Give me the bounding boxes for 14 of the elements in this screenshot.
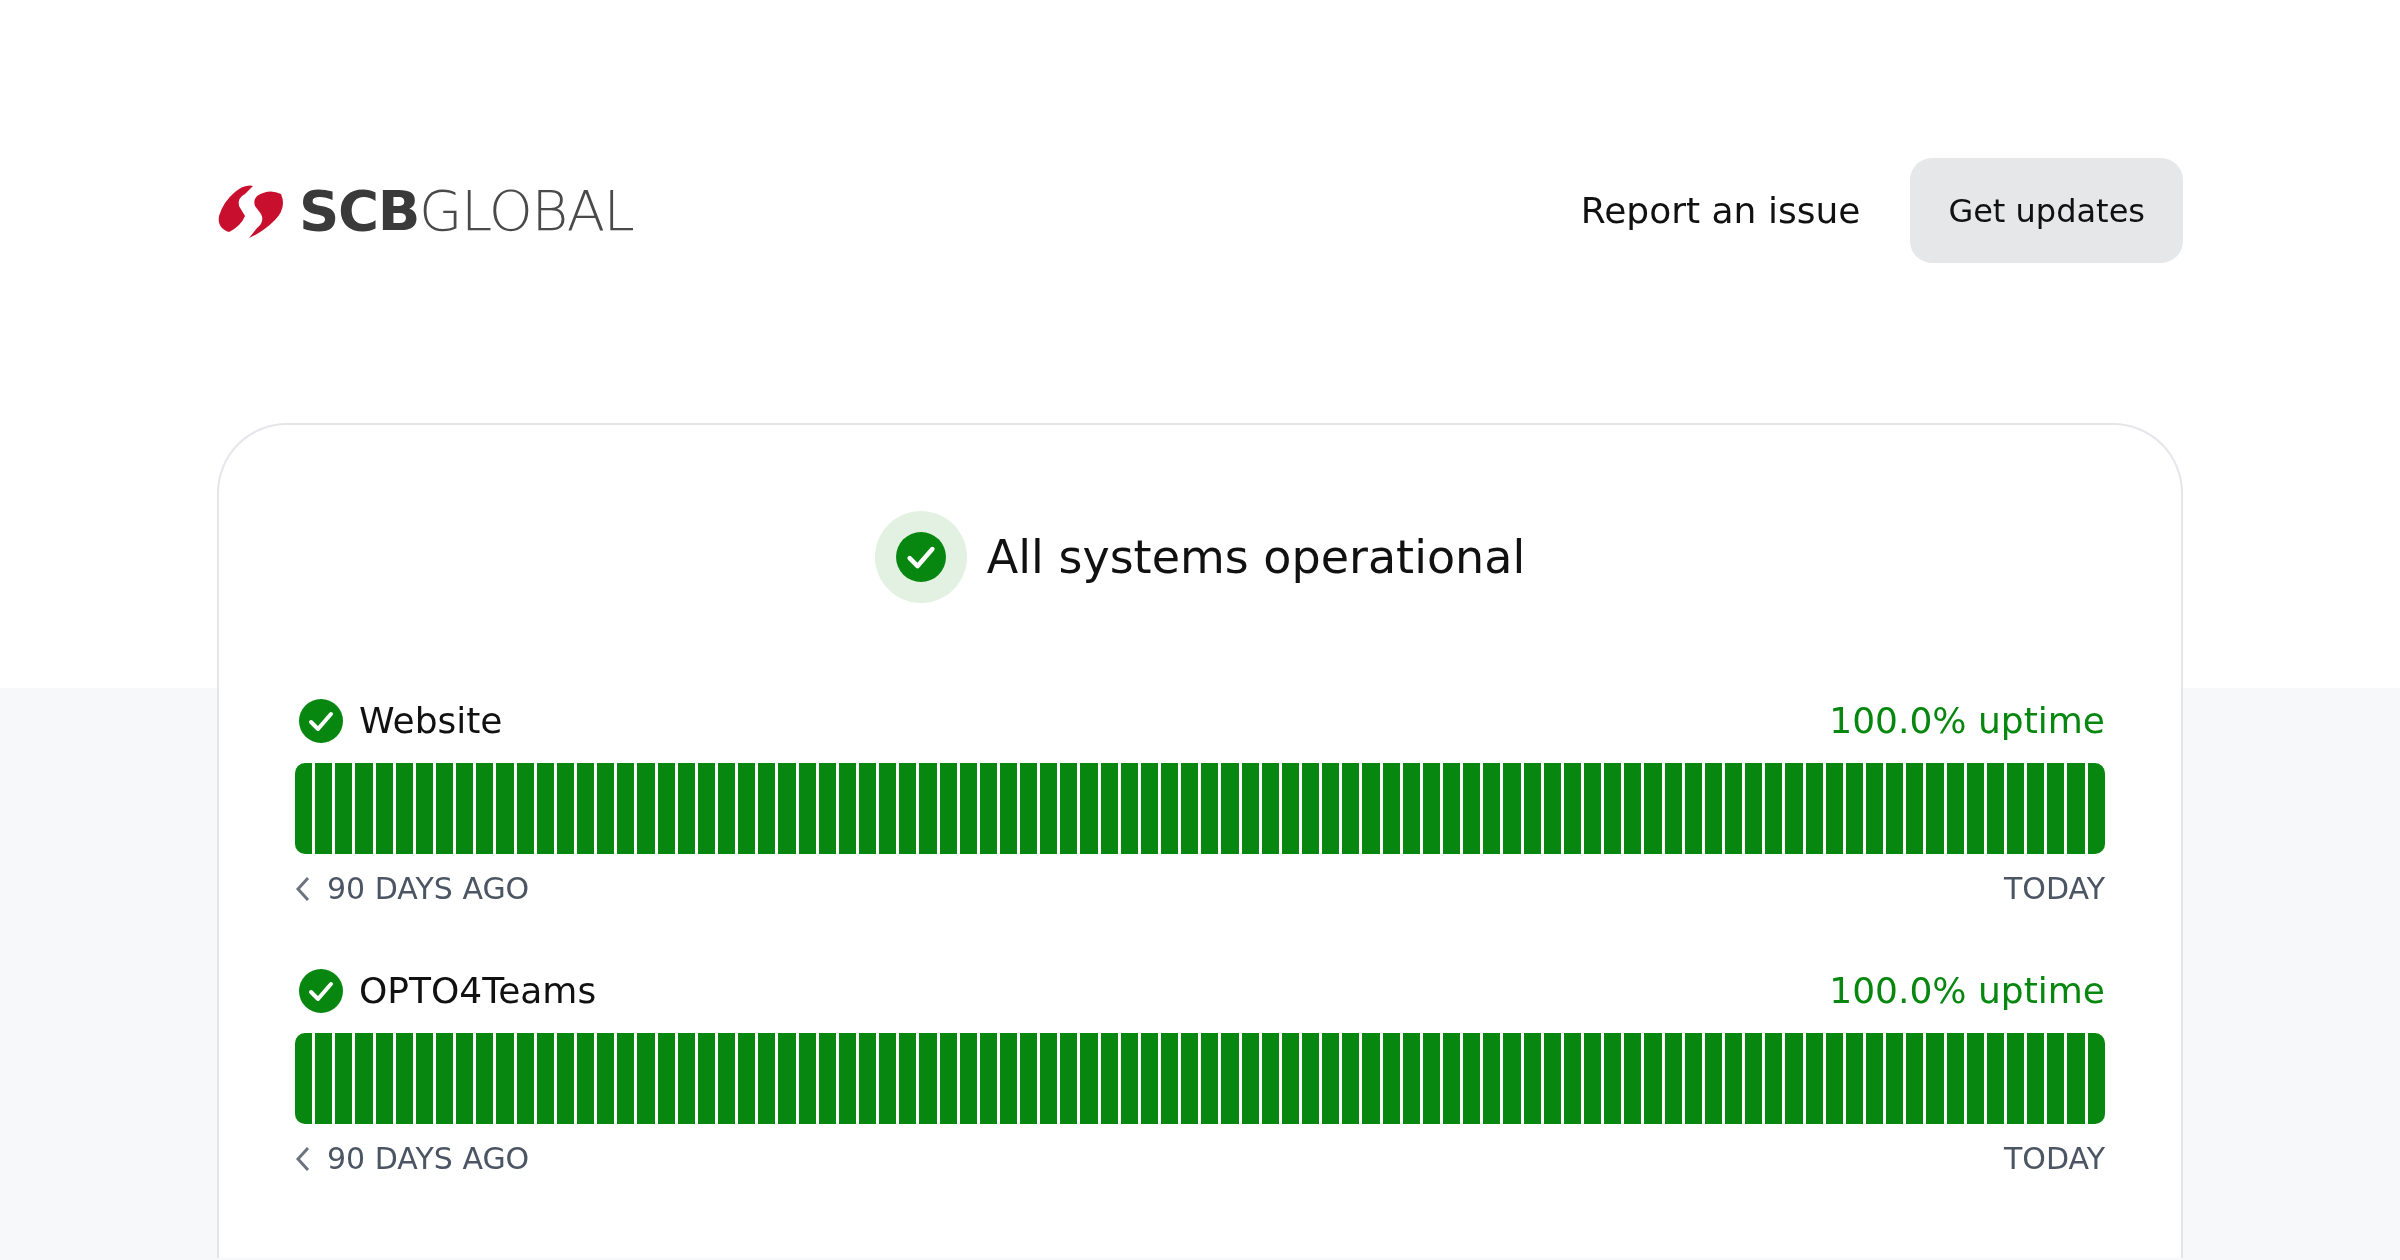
chevron-left-icon[interactable] <box>295 875 311 902</box>
get-updates-button[interactable]: Get updates <box>1910 158 2183 263</box>
component-name: OPTO4Teams <box>359 969 597 1013</box>
report-issue-link[interactable]: Report an issue <box>1580 183 1861 238</box>
range-end-label: TODAY <box>2003 1140 2105 1178</box>
range-end-label: TODAY <box>2003 870 2105 908</box>
range-start-label: 90 DAYS AGO <box>327 1140 530 1178</box>
uptime-label: 100.0% uptime <box>1829 699 2105 743</box>
status-headline: All systems operational <box>986 528 1526 586</box>
logo-wordmark: SCBGLOBAL <box>299 182 634 239</box>
uptime-label: 100.0% uptime <box>1829 969 2105 1013</box>
component-name: Website <box>359 699 503 743</box>
chevron-left-icon[interactable] <box>295 1145 311 1172</box>
range-start-label: 90 DAYS AGO <box>327 870 530 908</box>
